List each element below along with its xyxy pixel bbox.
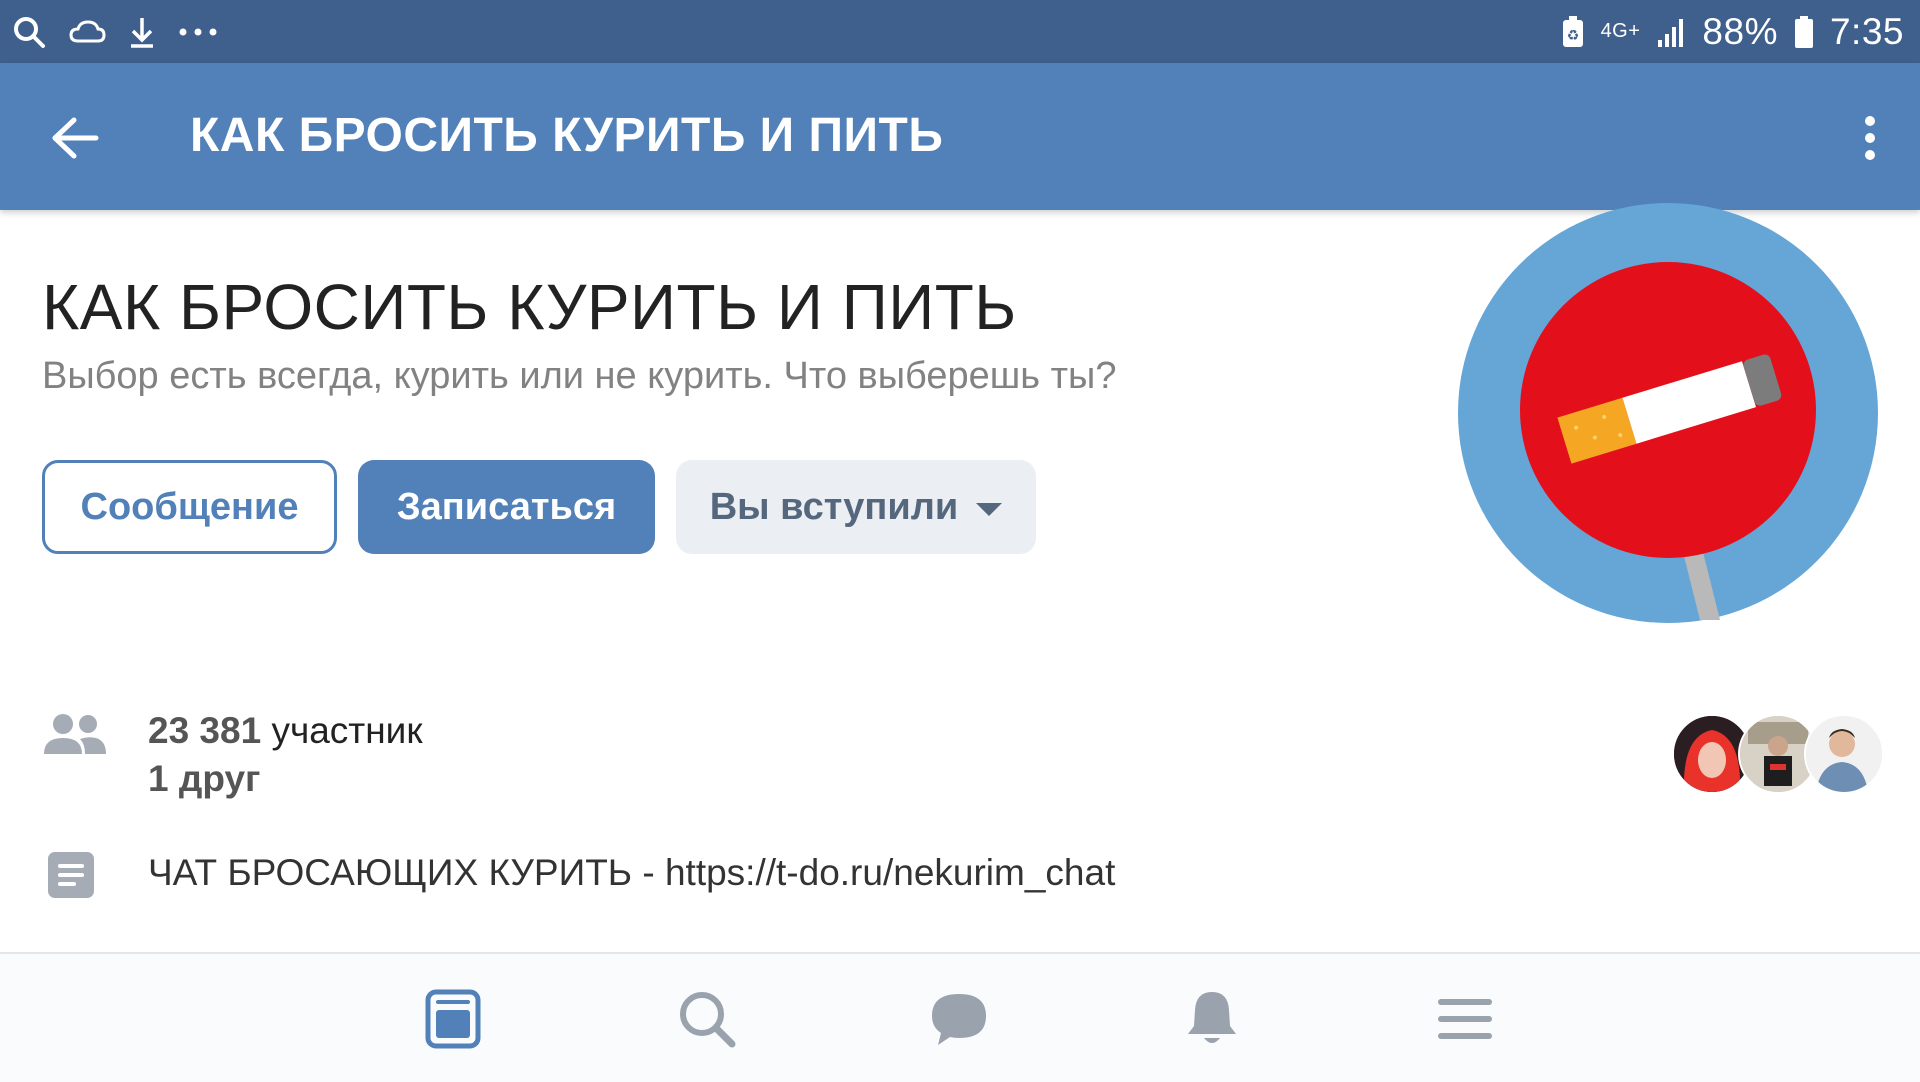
svg-text:♻: ♻: [1566, 28, 1579, 44]
document-icon: [46, 850, 96, 905]
more-vertical-icon: [1865, 116, 1875, 160]
battery-icon: [1794, 15, 1814, 49]
arrow-left-icon: [52, 117, 99, 159]
status-bar: ♻ 4G+ 88% 7:35: [0, 0, 1920, 63]
clock: 7:35: [1829, 10, 1904, 52]
nav-news[interactable]: [413, 984, 493, 1054]
download-icon: [128, 15, 156, 49]
avatar: [1804, 714, 1884, 794]
network-type: 4G+: [1600, 20, 1641, 42]
friends-avatars[interactable]: [1672, 714, 1884, 794]
group-name: КАК БРОСИТЬ КУРИТЬ И ПИТЬ: [42, 271, 1017, 343]
news-icon: [425, 989, 481, 1049]
friends-count[interactable]: 1 друг: [148, 758, 260, 800]
group-status: Выбор есть всегда, курить или не курить.…: [42, 355, 1117, 397]
members-label: участник: [261, 710, 423, 751]
more-options-button[interactable]: [1840, 103, 1900, 173]
search-icon: [680, 992, 736, 1048]
battery-percent: 88%: [1702, 10, 1778, 52]
signal-icon: [1656, 16, 1686, 48]
members-number: 23 381: [148, 710, 262, 751]
group-avatar[interactable]: [1455, 200, 1881, 626]
nav-search[interactable]: [667, 984, 747, 1054]
chevron-down-icon: [976, 502, 1003, 516]
joined-label: Вы вступили: [709, 485, 959, 528]
nav-menu[interactable]: [1425, 984, 1505, 1054]
app-bar: КАК БРОСИТЬ КУРИТЬ И ПИТЬ: [0, 63, 1920, 210]
joined-dropdown-button[interactable]: Вы вступили: [676, 460, 1036, 554]
menu-icon: [1438, 999, 1492, 1039]
message-button[interactable]: Сообщение: [42, 460, 337, 554]
more-dots-icon: [178, 27, 218, 37]
battery-saver-icon: ♻: [1561, 15, 1585, 49]
page-title: КАК БРОСИТЬ КУРИТЬ И ПИТЬ: [190, 109, 944, 162]
subscribe-button[interactable]: Записаться: [358, 460, 655, 554]
no-smoking-sign: [1458, 203, 1878, 623]
group-description[interactable]: ЧАТ БРОСАЮЩИХ КУРИТЬ - https://t-do.ru/n…: [148, 852, 1115, 894]
nav-notifications[interactable]: [1172, 984, 1252, 1054]
members-icon: [44, 712, 106, 763]
back-button[interactable]: [40, 103, 110, 173]
members-count[interactable]: 23 381 участник: [148, 710, 423, 752]
notifications-icon: [1188, 992, 1236, 1043]
nav-messages[interactable]: [919, 984, 999, 1054]
weather-icon: [68, 17, 106, 47]
messages-icon: [932, 994, 986, 1045]
search-icon: [12, 15, 46, 49]
bottom-navigation: [0, 952, 1920, 1082]
